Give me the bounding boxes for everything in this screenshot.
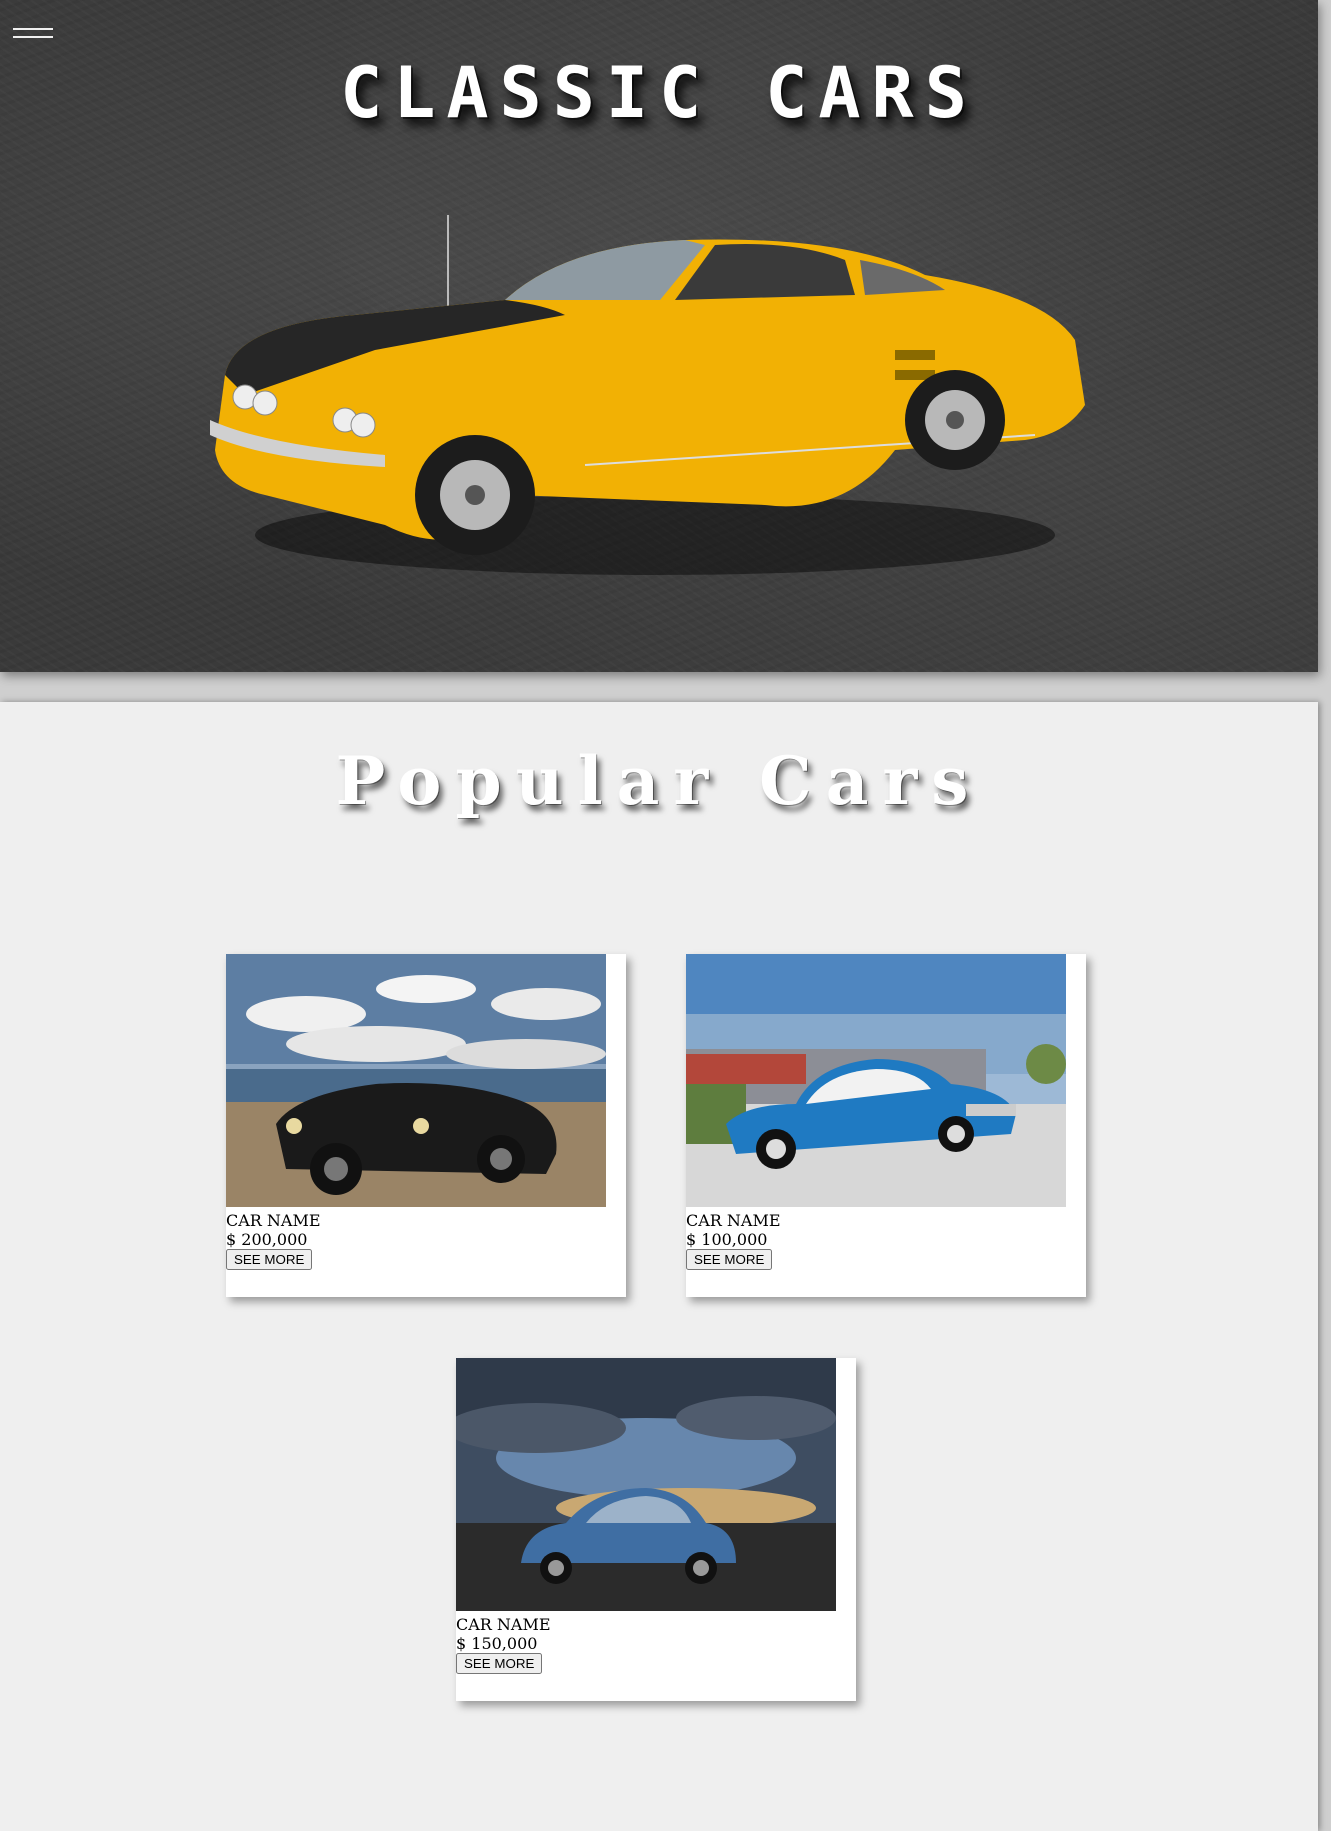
site-title: CLASSIC CARS [340, 52, 978, 134]
car-photo[interactable]: CAR NAME [686, 954, 1086, 1230]
car-photo[interactable]: CAR NAME [226, 954, 626, 1230]
see-more-button[interactable]: SEE MORE [686, 1249, 773, 1270]
section-title: Popular Cars [335, 742, 983, 820]
car-price: $ 100,000 [686, 1230, 768, 1249]
car-card: CAR NAME $ 100,000 SEE MORE [686, 954, 1086, 1297]
car-price: $ 150,000 [456, 1634, 538, 1653]
car-card: CAR NAME $ 200,000 SEE MORE [226, 954, 626, 1297]
hero-banner: CLASSIC CARS [0, 0, 1318, 672]
car-card: CAR NAME $ 150,000 SEE MORE [446, 1358, 856, 1701]
popular-cars-section: Popular Cars CAR NAME $ 200,000 SEE MORE… [0, 702, 1318, 1831]
car-name: CAR NAME [456, 1615, 551, 1634]
car-price: $ 200,000 [226, 1230, 308, 1249]
hero-car-image [210, 215, 1085, 575]
car-name: CAR NAME [226, 1211, 321, 1230]
see-more-button[interactable]: SEE MORE [456, 1653, 543, 1674]
hamburger-menu-icon[interactable] [13, 28, 53, 40]
car-name: CAR NAME [686, 1211, 781, 1230]
see-more-button[interactable]: SEE MORE [226, 1249, 313, 1270]
car-photo[interactable]: CAR NAME [446, 1358, 856, 1634]
